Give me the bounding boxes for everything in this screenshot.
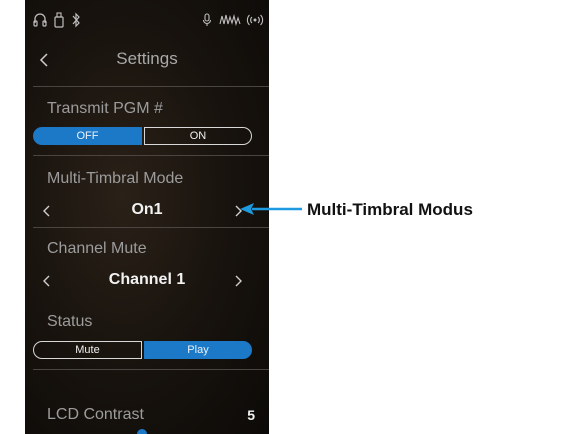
divider [33,86,269,87]
divider [33,155,269,156]
settings-header: Settings [25,40,269,80]
lcd-contrast-slider-handle[interactable] [137,429,147,434]
divider [33,369,269,370]
channel-mute-next-button[interactable] [232,273,244,289]
bluetooth-icon [71,12,81,28]
headphones-icon [33,12,47,28]
multi-timbral-label: Multi-Timbral Mode [47,170,184,187]
channel-mute-label: Channel Mute [47,240,147,257]
status-play-button[interactable]: Play [144,341,252,359]
status-bar [25,0,269,40]
status-label: Status [47,313,93,330]
lcd-contrast-value: 5 [247,407,255,423]
status-mute-button[interactable]: Mute [33,341,142,359]
transmit-pgm-on-button[interactable]: ON [144,127,252,145]
wifi-audio-icon [246,12,264,28]
page-title: Settings [116,49,178,68]
callout-arrow-icon [240,203,302,215]
usb-device-icon [53,12,65,28]
settings-screen: Settings Transmit PGM # OFF ON Multi-Tim… [25,0,269,434]
lcd-contrast-label: LCD Contrast [47,406,144,423]
transmit-pgm-label: Transmit PGM # [47,100,163,117]
midi-icon [219,12,241,28]
transmit-pgm-off-button[interactable]: OFF [33,127,142,145]
divider [33,227,269,228]
callout-label: Multi-Timbral Modus [307,200,473,219]
microphone-icon [202,12,212,28]
multi-timbral-next-button[interactable] [232,203,244,219]
